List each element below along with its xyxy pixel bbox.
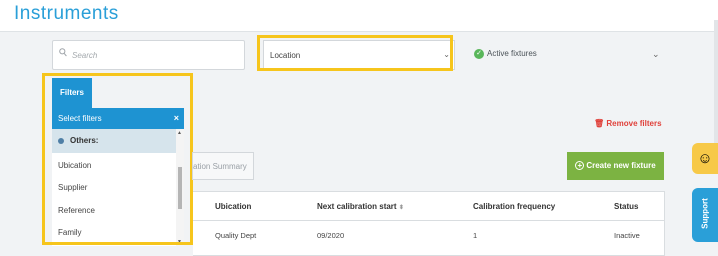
support-label: Support xyxy=(700,198,710,229)
fixtures-table: Ubication Next calibration start ⬍ Calib… xyxy=(193,191,665,256)
header-bar: Instruments xyxy=(0,0,718,32)
table-cell-next-calibration: 09/2020 xyxy=(317,231,345,240)
page-scrollbar[interactable] xyxy=(714,20,718,143)
page-title: Instruments xyxy=(14,3,119,24)
remove-filters-label: Remove filters xyxy=(606,119,662,128)
create-fixture-button[interactable]: + Create new fixture xyxy=(567,152,664,180)
column-header-ubication[interactable]: Ubication xyxy=(215,202,251,211)
check-circle-icon: ✓ xyxy=(474,49,484,59)
table-cell-frequency: 1 xyxy=(473,231,478,240)
highlight-box-location xyxy=(257,35,453,71)
active-fixtures-label: Active fixtures xyxy=(487,49,537,59)
column-header-calibration-frequency[interactable]: Calibration frequency xyxy=(473,202,555,211)
sort-icon[interactable]: ⬍ xyxy=(399,205,404,211)
search-box[interactable] xyxy=(52,40,245,70)
table-cell-status: Inactive xyxy=(614,231,640,240)
support-tab[interactable]: Support xyxy=(692,188,718,242)
feedback-smiley-icon[interactable]: ☺ xyxy=(692,143,718,174)
column-header-next-calibration[interactable]: Next calibration start ⬍ xyxy=(317,202,404,211)
column-header-status[interactable]: Status xyxy=(614,202,638,211)
create-fixture-label: Create new fixture xyxy=(586,161,656,170)
summary-button[interactable]: ation Summary xyxy=(192,152,254,180)
active-fixtures-toggle[interactable]: ✓ Active fixtures xyxy=(474,49,537,59)
table-cell-ubication: Quality Dept xyxy=(215,231,257,240)
plus-circle-icon: + xyxy=(575,161,585,171)
highlight-box-filters xyxy=(42,73,193,245)
search-icon xyxy=(59,48,67,57)
search-input[interactable] xyxy=(70,46,239,64)
chevron-down-icon[interactable]: ⌄ xyxy=(652,49,660,60)
column-header-label: Next calibration start xyxy=(317,202,397,211)
remove-filters-link[interactable]: 🗑 Remove filters xyxy=(594,119,662,128)
table-header xyxy=(193,192,664,221)
